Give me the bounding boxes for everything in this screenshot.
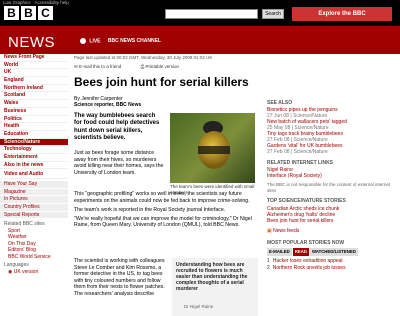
- accessibility-help-link[interactable]: Accessibility help: [35, 0, 69, 5]
- news-banner: NEWS: [0, 26, 400, 54]
- top-bar: Low Graphics Accessibility help B B C Se…: [0, 0, 400, 26]
- most-popular-heading: MOST POPULAR STORIES NOW: [267, 240, 345, 246]
- popular-title: Northern Rock unveils job losses: [272, 264, 346, 271]
- nav-item-uk[interactable]: UK: [0, 69, 68, 78]
- bbc-logo-b1: B: [4, 6, 19, 20]
- nav-item-england[interactable]: England: [0, 77, 68, 85]
- nav-item-technology[interactable]: Technology: [0, 146, 68, 154]
- nav-item-health[interactable]: Health: [0, 123, 68, 131]
- tab-read[interactable]: READ: [292, 248, 309, 256]
- nav-item-also-in-news[interactable]: Also in the news: [0, 162, 68, 170]
- popular-rank: 2: [267, 264, 270, 271]
- bbc-logo-b2: B: [21, 6, 36, 20]
- author-role: Science reporter, BBC News: [74, 102, 142, 108]
- tab-watched[interactable]: WATCHED/LISTENED: [309, 248, 358, 256]
- related-bbc-sites: Related BBC sites Sport Weather On This …: [0, 221, 68, 275]
- article-headline: Bees join hunt for serial killers: [74, 75, 249, 89]
- popular-list: 1 Hacker loses extradition appeal 2 Northe…: [267, 258, 346, 271]
- see-also-list: Bioneticc pipes up the penguins 27 Jun 0…: [267, 107, 347, 155]
- paragraph-1: Just as bees forage some distance away f…: [74, 150, 164, 176]
- top-stories-list: Canadian Arctic sheds ice chunk Alzheime…: [267, 206, 339, 224]
- paragraph-5: The scientist is working with colleagues…: [74, 258, 165, 291]
- top-stories-heading: TOP SCIENCE/NATURE STORIES: [267, 198, 346, 204]
- article-tools: ✉ E-mail this to a friend ⎙ Printable ve…: [74, 64, 179, 70]
- bbc-logo-c: C: [38, 6, 53, 20]
- byline: By Jennifer Carpenter Science reporter, …: [74, 96, 141, 108]
- article-body-3: The scientist is working with colleagues…: [74, 258, 166, 298]
- print-link[interactable]: Printable version: [145, 64, 179, 69]
- paragraph-4: "We're really hopeful that we can improv…: [74, 215, 252, 229]
- article-body-1: Just as bees forage some distance away f…: [74, 150, 166, 179]
- nav-sub-country-profiles[interactable]: Country Profiles: [0, 204, 68, 212]
- top-story-3[interactable]: Bees join hunt for serial killers: [267, 218, 339, 224]
- nav-item-politics[interactable]: Politics: [0, 116, 68, 124]
- nav-item-world[interactable]: World: [0, 62, 68, 70]
- email-link[interactable]: E-mail this to a friend: [79, 64, 121, 69]
- tab-emailed[interactable]: E-MAILED: [267, 248, 292, 256]
- popular-rank: 1: [267, 258, 270, 264]
- external-disclaimer: The BBC is not responsible for the conte…: [267, 182, 391, 193]
- nav-item-business[interactable]: Business: [0, 108, 68, 116]
- nav-sub-in-pictures[interactable]: In Pictures: [0, 196, 68, 205]
- bbc-logo[interactable]: B B C: [4, 6, 53, 20]
- nav-sub-magazine[interactable]: Magazine: [0, 188, 68, 197]
- related-world-service[interactable]: BBC World Service: [4, 254, 68, 261]
- quote-author: Dr Nigel Raine: [184, 304, 214, 309]
- language-label: UK version: [13, 268, 39, 275]
- nav-sub-special-reports[interactable]: Special Reports: [0, 211, 68, 220]
- nav-item-science-nature[interactable]: Science/Nature: [0, 138, 68, 147]
- search-button[interactable]: Search: [262, 9, 284, 19]
- low-graphics-link[interactable]: Low Graphics: [3, 0, 31, 5]
- live-channel-link[interactable]: LIVE BBC NEWS CHANNEL: [80, 38, 161, 44]
- news-title[interactable]: NEWS: [8, 34, 55, 51]
- nav-item-scotland[interactable]: Scotland: [0, 92, 68, 101]
- internet-links: Nigel Raine Interface (Royal Society): [267, 167, 322, 179]
- language-uk-version[interactable]: ◉ UK version: [4, 269, 68, 276]
- live-label: LIVE: [89, 38, 101, 45]
- popular-title: Hacker loses extradition appeal: [272, 258, 343, 264]
- nav-item-education[interactable]: Education: [0, 131, 68, 139]
- channel-name: BBC NEWS CHANNEL: [107, 38, 161, 45]
- bee-photo: [170, 113, 255, 183]
- paragraph-3: The team's work is reported in the Royal…: [74, 206, 226, 213]
- article-timestamp: Page last updated at 00:02 GMT, Wednesda…: [74, 55, 213, 60]
- nav-item-video-audio[interactable]: Video and Audio: [0, 171, 68, 179]
- search-input[interactable]: [165, 9, 258, 19]
- see-also-heading: SEE ALSO: [267, 100, 293, 106]
- article-body-2: This "geographic profiling" works so wel…: [74, 191, 258, 231]
- accessibility-links: Low Graphics Accessibility help: [3, 0, 72, 5]
- live-dot-icon: [80, 38, 86, 44]
- nav-item-front-page[interactable]: News Front Page: [0, 54, 68, 62]
- pull-quote: Understanding how bees are recruited to …: [172, 258, 258, 316]
- popular-item-2[interactable]: 2 Northern Rock unveils job losses: [267, 265, 346, 272]
- paragraph-6: The researchers' analysis describe: [74, 290, 154, 297]
- feeds-label: News feeds: [273, 228, 300, 234]
- bee-stripe-shape: [198, 146, 230, 154]
- explore-bbc-button[interactable]: Explore the BBC: [292, 7, 392, 21]
- see-also-date-4: 27 Feb 08 | Science/Nature: [267, 149, 328, 155]
- internet-link-2[interactable]: Interface (Royal Society): [267, 173, 322, 179]
- news-feeds-link[interactable]: ▣ News feeds: [267, 228, 299, 234]
- related-internet-heading: RELATED INTERNET LINKS: [267, 160, 334, 166]
- quote-text: Understanding how bees are recruited to …: [176, 262, 248, 292]
- paragraph-2: This "geographic profiling" works so wel…: [74, 191, 250, 204]
- nav-item-wales[interactable]: Wales: [0, 100, 68, 108]
- left-navigation: News Front Page World UK England Norther…: [0, 54, 68, 316]
- article-summary: The way bumblebees search for food could…: [74, 113, 160, 141]
- nav-item-entertainment[interactable]: Entertainment: [0, 154, 68, 162]
- popular-tabs: E-MAILED READ WATCHED/LISTENED: [267, 248, 400, 256]
- nav-item-northern-ireland[interactable]: Northern Ireland: [0, 85, 68, 93]
- nav-sub-have-your-say[interactable]: Have Your Say: [0, 181, 68, 189]
